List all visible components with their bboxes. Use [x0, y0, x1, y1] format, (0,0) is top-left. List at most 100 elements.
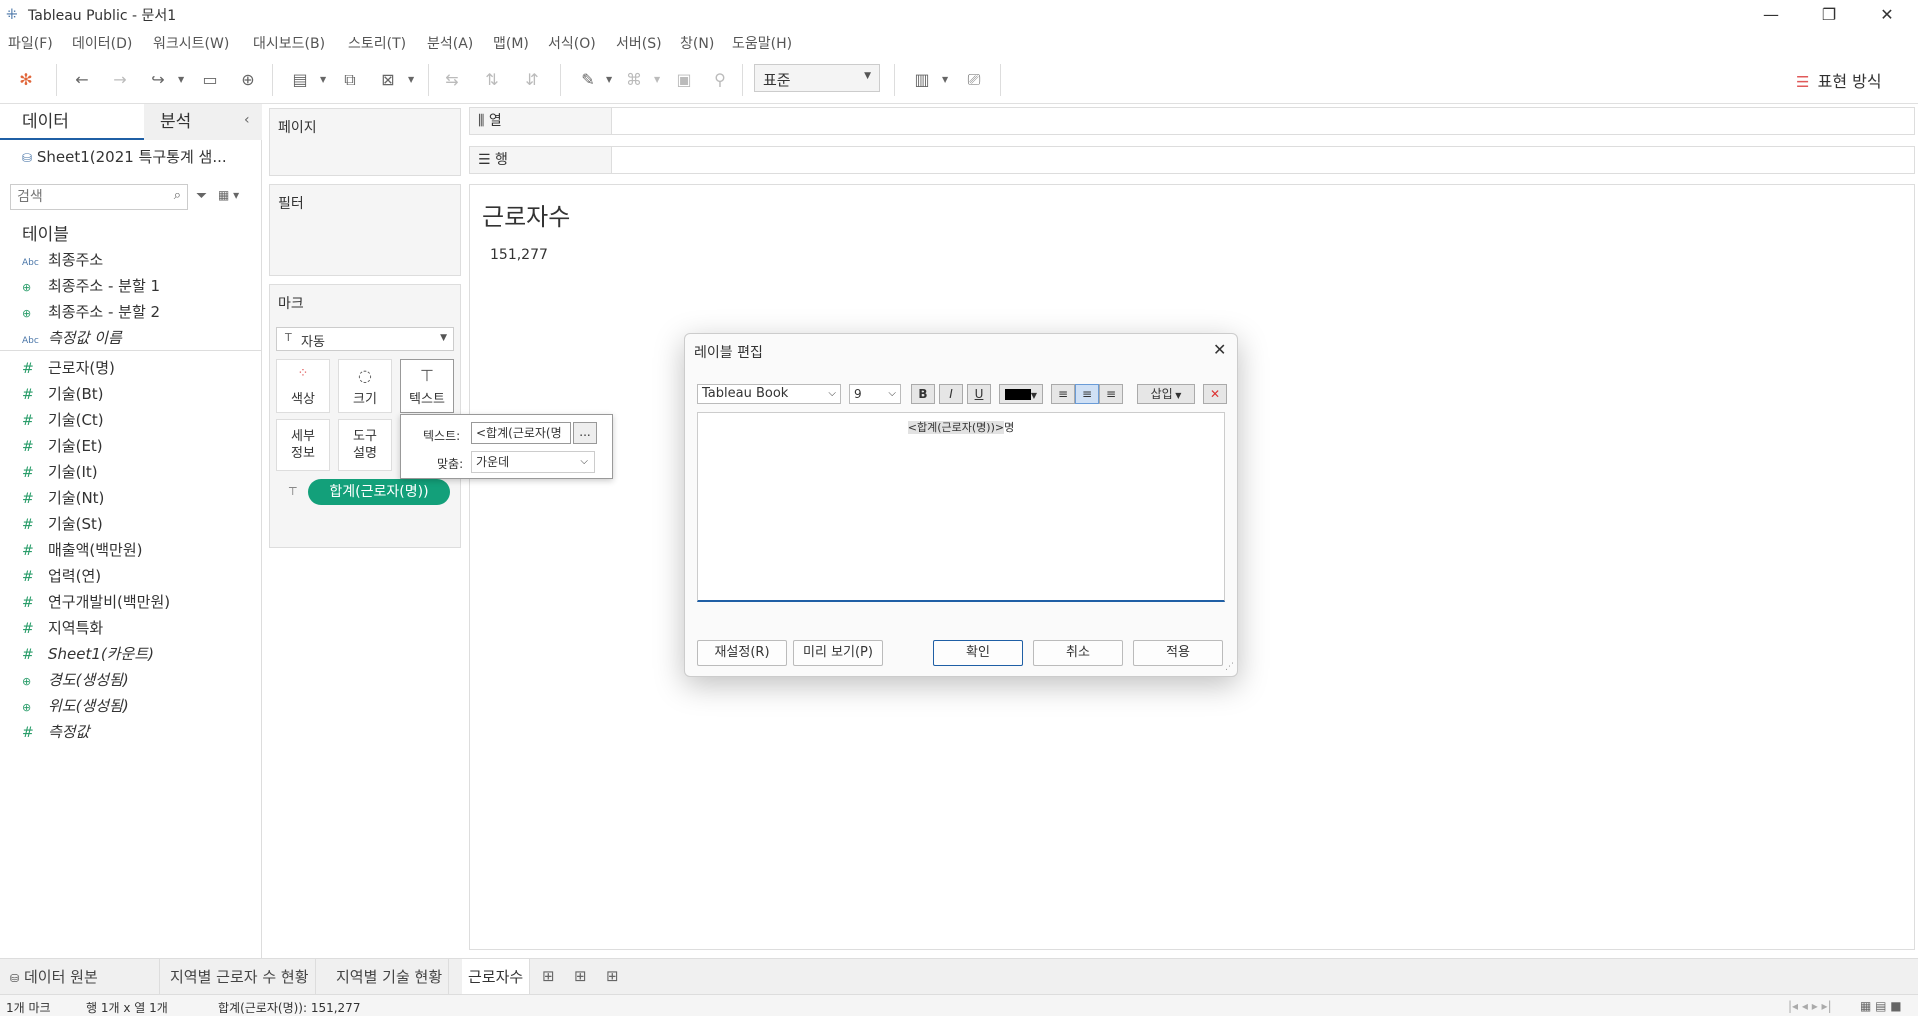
bold-button[interactable]: B: [911, 384, 935, 404]
dialog-close-icon[interactable]: ✕: [1213, 340, 1226, 359]
resize-grip-icon[interactable]: ⋰: [1225, 662, 1234, 672]
field-item[interactable]: # 기술(Bt): [22, 382, 103, 406]
chevron-down-icon[interactable]: ▼: [606, 68, 612, 92]
collapse-pane-icon[interactable]: ‹: [244, 112, 250, 128]
minimize-button[interactable]: —: [1748, 2, 1794, 28]
new-story-icon[interactable]: ⊞: [606, 967, 619, 985]
menu-data[interactable]: 데이터(D): [72, 33, 132, 53]
field-item[interactable]: # 근로자(명): [22, 356, 115, 380]
text-button[interactable]: ⊤ 텍스트: [400, 359, 454, 413]
field-item[interactable]: # 기술(Nt): [22, 486, 104, 510]
presentation-icon[interactable]: ⎚: [962, 68, 986, 92]
field-item[interactable]: # 기술(Et): [22, 434, 103, 458]
swap-icon[interactable]: ⇆: [440, 68, 464, 92]
new-worksheet-icon[interactable]: ⊞: [542, 967, 555, 985]
duplicate-icon[interactable]: ⧉: [338, 68, 362, 92]
align-right-icon[interactable]: ≡: [1099, 384, 1123, 404]
field-item[interactable]: Abc 최종주소: [22, 248, 103, 272]
field-item[interactable]: # Sheet1(카운트): [22, 642, 154, 666]
sheet-tab[interactable]: 지역별 기술 현황: [330, 959, 450, 995]
menu-window[interactable]: 창(N): [680, 33, 714, 53]
field-item[interactable]: Abc 측정값 이름: [22, 326, 122, 350]
clear-sheet-icon[interactable]: ⊠: [376, 68, 400, 92]
show-me-button[interactable]: ☰ 표현 방식: [1796, 68, 1882, 92]
insert-button[interactable]: 삽입 ▼: [1137, 384, 1195, 404]
field-item[interactable]: # 연구개발비(백만원): [22, 590, 170, 614]
tooltip-button[interactable]: 도구 설명: [338, 419, 392, 471]
alignment-select[interactable]: 가운데 ⌵: [471, 451, 595, 473]
apply-button[interactable]: 적용: [1133, 640, 1223, 666]
tab-data[interactable]: 데이터: [0, 104, 144, 140]
view-options-icon[interactable]: ▦ ▾: [218, 188, 239, 202]
chevron-down-icon[interactable]: ▼: [320, 68, 326, 92]
text-mark-value[interactable]: 151,277: [490, 247, 548, 263]
datasource-item[interactable]: ⛁ Sheet1(2021 특구통계 샘...: [22, 146, 227, 167]
search-box[interactable]: ⌕: [10, 184, 188, 210]
menu-dashboard[interactable]: 대시보드(B): [253, 33, 325, 53]
underline-button[interactable]: U: [967, 384, 991, 404]
field-item[interactable]: # 기술(Ct): [22, 408, 104, 432]
label-icon[interactable]: ▣: [672, 68, 696, 92]
filters-card[interactable]: 필터: [269, 184, 461, 276]
align-left-icon[interactable]: ≡: [1051, 384, 1075, 404]
more-button[interactable]: ...: [573, 422, 597, 444]
new-datasource-icon[interactable]: ⊕: [236, 68, 260, 92]
chevron-down-icon[interactable]: ▼: [178, 68, 184, 92]
show-cards-icon[interactable]: ▥: [910, 68, 934, 92]
new-dashboard-icon[interactable]: ⊞: [574, 967, 587, 985]
clear-icon[interactable]: ✕: [1203, 384, 1227, 404]
italic-button[interactable]: I: [939, 384, 963, 404]
reset-button[interactable]: 재설정(R): [697, 640, 787, 666]
tableau-home-icon[interactable]: ✻: [14, 68, 38, 92]
mark-type-select[interactable]: T 자동 ▼: [276, 327, 454, 351]
menu-file[interactable]: 파일(F): [8, 33, 53, 53]
replay-icon[interactable]: ↪: [146, 68, 170, 92]
field-item[interactable]: ⊕ 최종주소 - 분할 1: [22, 274, 160, 298]
size-button[interactable]: ◌ 크기: [338, 359, 392, 413]
menu-map[interactable]: 맵(M): [493, 33, 529, 53]
align-center-icon[interactable]: ≡: [1075, 384, 1099, 404]
field-item[interactable]: # 지역특화: [22, 616, 103, 640]
filter-icon[interactable]: ⏷: [196, 188, 207, 204]
detail-button[interactable]: 세부 정보: [276, 419, 330, 471]
font-size-select[interactable]: 9 ⌵: [849, 384, 901, 404]
new-worksheet-icon[interactable]: ▤: [288, 68, 312, 92]
save-icon[interactable]: ▭: [198, 68, 222, 92]
rows-shelf[interactable]: ☰ 행: [469, 146, 1915, 174]
field-item[interactable]: # 기술(It): [22, 460, 98, 484]
cancel-button[interactable]: 취소: [1033, 640, 1123, 666]
menu-help[interactable]: 도움말(H): [732, 33, 792, 53]
columns-shelf[interactable]: ⫼ 열: [469, 107, 1915, 135]
color-button[interactable]: ⁘ 색상: [276, 359, 330, 413]
view-mode-icon[interactable]: ▦ ▤ ■: [1860, 999, 1902, 1013]
sheet-tab-active[interactable]: 근로자수: [462, 959, 531, 995]
field-item[interactable]: ⊕ 위도(생성됨): [22, 694, 129, 718]
field-item[interactable]: ⊕ 최종주소 - 분할 2: [22, 300, 160, 324]
field-item[interactable]: # 측정값: [22, 720, 89, 744]
chevron-down-icon[interactable]: ▼: [942, 68, 948, 92]
chevron-down-icon[interactable]: ▼: [654, 68, 660, 92]
sort-ascending-icon[interactable]: ⇅: [480, 68, 504, 92]
search-input[interactable]: [11, 185, 161, 209]
pin-icon[interactable]: ⚲: [708, 68, 732, 92]
measure-pill[interactable]: 합계(근로자(명)): [308, 479, 450, 505]
menu-format[interactable]: 서식(O): [548, 33, 596, 53]
chevron-down-icon[interactable]: ▼: [408, 68, 414, 92]
text-color-button[interactable]: ▼: [999, 384, 1043, 404]
highlight-icon[interactable]: ✎: [576, 68, 600, 92]
restore-button[interactable]: ❐: [1806, 2, 1852, 28]
redo-icon[interactable]: →: [108, 68, 132, 92]
text-field-input[interactable]: <합계(근로자(명: [471, 422, 571, 444]
menu-analysis[interactable]: 분석(A): [427, 33, 473, 53]
sheet-nav-icon[interactable]: |◂ ◂ ▸ ▸|: [1788, 999, 1832, 1013]
view-size-select[interactable]: 표준 ▼: [754, 64, 880, 92]
sort-descending-icon[interactable]: ⇵: [520, 68, 544, 92]
preview-button[interactable]: 미리 보기(P): [793, 640, 883, 666]
menu-story[interactable]: 스토리(T): [348, 33, 406, 53]
tab-datasource[interactable]: ⛁ 데이터 원본: [4, 959, 160, 995]
sheet-tab[interactable]: 지역별 근로자 수 현황: [164, 959, 316, 995]
field-item[interactable]: ⊕ 경도(생성됨): [22, 668, 129, 692]
menu-worksheet[interactable]: 워크시트(W): [153, 33, 229, 53]
menu-server[interactable]: 서버(S): [616, 33, 662, 53]
undo-icon[interactable]: ←: [70, 68, 94, 92]
